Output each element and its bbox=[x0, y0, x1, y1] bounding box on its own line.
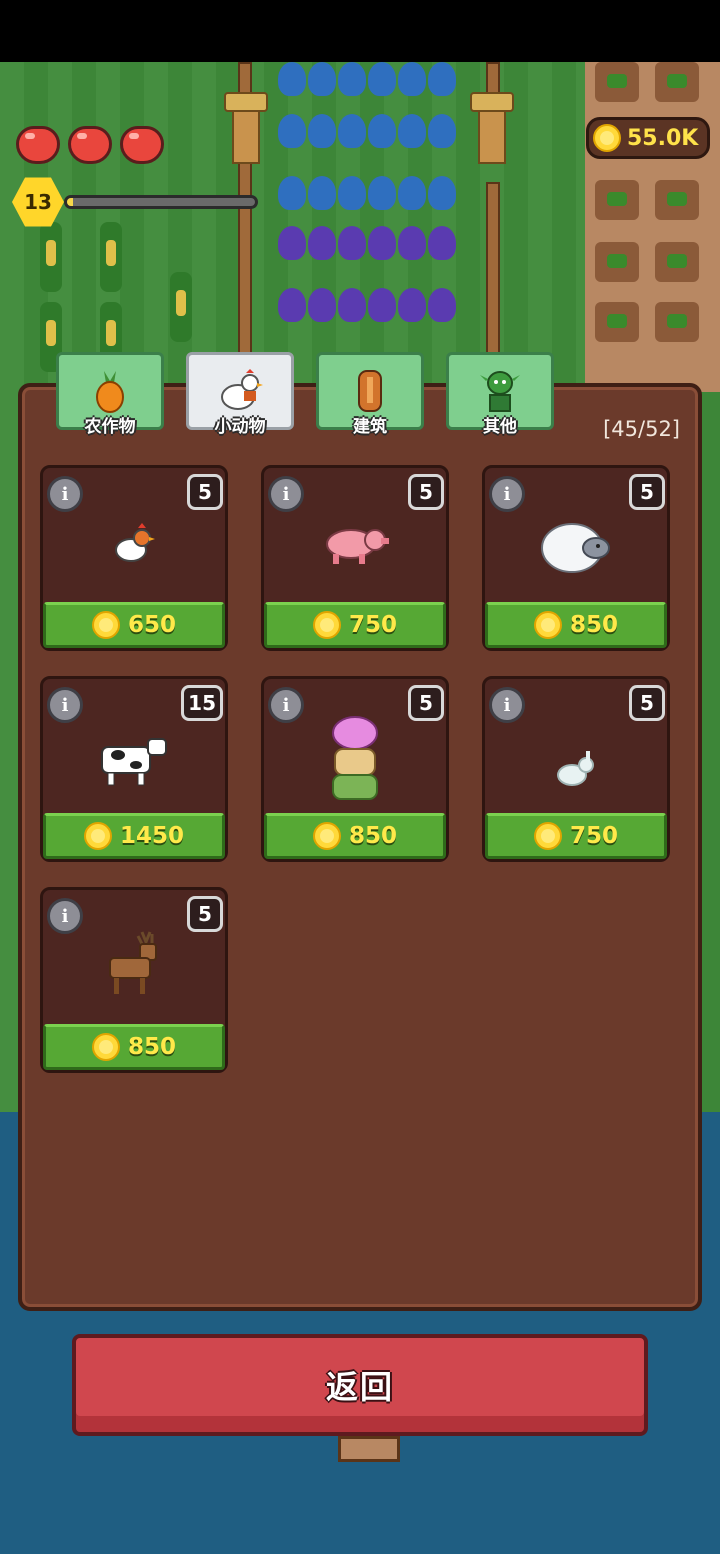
tab-label: 其他 bbox=[483, 417, 517, 437]
stock-count: 5 bbox=[629, 474, 665, 510]
stock-count: 5 bbox=[187, 474, 223, 510]
buy-button[interactable]: 850 bbox=[264, 813, 446, 859]
tab-crops[interactable]: 农作物 bbox=[56, 352, 164, 437]
chicken-icon bbox=[115, 523, 155, 562]
tab-other[interactable]: 其他 bbox=[446, 352, 554, 437]
building-icon bbox=[358, 370, 382, 412]
info-button[interactable]: i bbox=[489, 687, 525, 723]
shop-item-sheep[interactable]: i 5 850 bbox=[482, 465, 670, 651]
dock bbox=[338, 1436, 400, 1462]
slime-stack-icon bbox=[332, 716, 378, 800]
chicken-icon bbox=[221, 369, 263, 410]
soil-plot bbox=[585, 62, 720, 392]
shop-item-pig[interactable]: i 5 750 bbox=[261, 465, 449, 651]
goblin-icon bbox=[480, 371, 520, 412]
buy-button[interactable]: 750 bbox=[264, 602, 446, 648]
shop-item-chicken[interactable]: i 5 650 bbox=[40, 465, 228, 651]
tab-animals[interactable]: 小动物 bbox=[186, 352, 294, 437]
info-button[interactable]: i bbox=[47, 898, 83, 934]
heart-icon bbox=[16, 126, 60, 164]
coin-balance: 55.0K bbox=[586, 117, 710, 159]
buy-button[interactable]: 650 bbox=[43, 602, 225, 648]
coin-icon bbox=[533, 822, 562, 850]
back-button[interactable]: 返回 bbox=[72, 1334, 648, 1436]
health-hearts bbox=[16, 126, 164, 164]
shop-item-slime-stack[interactable]: i 5 850 bbox=[261, 676, 449, 862]
price-label: 1450 bbox=[119, 823, 184, 849]
price-label: 650 bbox=[127, 612, 176, 638]
stock-count: 5 bbox=[187, 896, 223, 932]
tab-buildings[interactable]: 建筑 bbox=[316, 352, 424, 437]
stock-count: 5 bbox=[408, 685, 444, 721]
back-button-label: 返回 bbox=[325, 1368, 394, 1406]
info-button[interactable]: i bbox=[268, 476, 304, 512]
inventory-count: [45/52] bbox=[603, 417, 680, 441]
tab-label: 小动物 bbox=[214, 417, 266, 437]
tab-label: 农作物 bbox=[84, 417, 136, 437]
info-button[interactable]: i bbox=[489, 476, 525, 512]
status-bar bbox=[0, 0, 720, 62]
buy-button[interactable]: 850 bbox=[43, 1024, 225, 1070]
info-button[interactable]: i bbox=[47, 476, 83, 512]
xp-progress-fill bbox=[67, 198, 73, 206]
heart-icon bbox=[120, 126, 164, 164]
shop-item-cow[interactable]: i 15 1450 bbox=[40, 676, 228, 862]
buy-button[interactable]: 1450 bbox=[43, 813, 225, 859]
stock-count: 15 bbox=[181, 685, 223, 721]
price-label: 750 bbox=[569, 823, 618, 849]
info-button[interactable]: i bbox=[47, 687, 83, 723]
cow-icon bbox=[101, 738, 167, 786]
deer-icon bbox=[109, 931, 157, 994]
stock-count: 5 bbox=[408, 474, 444, 510]
coin-icon bbox=[83, 822, 112, 850]
shop-item-deer[interactable]: i 5 850 bbox=[40, 887, 228, 1073]
coin-icon bbox=[91, 1033, 120, 1061]
coin-icon bbox=[593, 124, 621, 152]
sheep-icon bbox=[541, 523, 610, 573]
rabbit-icon bbox=[557, 751, 594, 786]
shop-item-rabbit[interactable]: i 5 750 bbox=[482, 676, 670, 862]
buy-button[interactable]: 850 bbox=[485, 602, 667, 648]
coin-balance-value: 55.0K bbox=[627, 125, 699, 151]
price-label: 850 bbox=[569, 612, 618, 638]
carrot-icon bbox=[96, 371, 124, 413]
stock-count: 5 bbox=[629, 685, 665, 721]
coin-icon bbox=[533, 611, 562, 639]
xp-progress-bar bbox=[64, 195, 258, 209]
price-label: 850 bbox=[348, 823, 397, 849]
tab-label: 建筑 bbox=[353, 417, 387, 437]
price-label: 750 bbox=[348, 612, 397, 638]
info-button[interactable]: i bbox=[268, 687, 304, 723]
pig-icon bbox=[326, 529, 389, 564]
buy-button[interactable]: 750 bbox=[485, 813, 667, 859]
coin-icon bbox=[91, 611, 120, 639]
heart-icon bbox=[68, 126, 112, 164]
price-label: 850 bbox=[127, 1034, 176, 1060]
coin-icon bbox=[312, 822, 341, 850]
coin-icon bbox=[312, 611, 341, 639]
